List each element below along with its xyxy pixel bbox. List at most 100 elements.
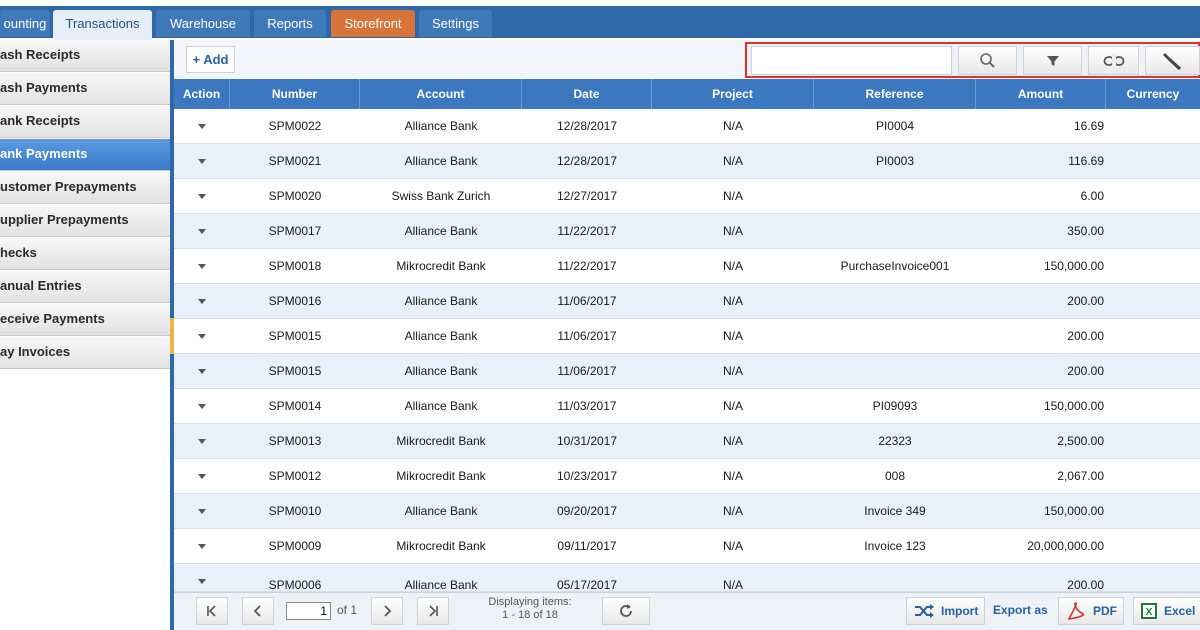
cell-account: Alliance Bank [404, 578, 478, 592]
export-pdf-button[interactable]: PDF [1058, 597, 1124, 625]
row-action-dropdown-icon[interactable] [198, 579, 206, 584]
tab-accounting[interactable]: ounting [0, 10, 50, 37]
cell-number: SPM0015 [268, 329, 322, 343]
table-row[interactable]: SPM0009 Mikrocredit Bank 09/11/2017 N/A … [174, 529, 1200, 564]
pdf-label: PDF [1093, 604, 1117, 618]
search-button[interactable] [958, 46, 1017, 75]
cell-project: N/A [722, 434, 743, 448]
cell-project: N/A [722, 539, 743, 553]
excel-icon: X [1141, 603, 1157, 619]
sidebar-item-checks[interactable]: hecks [0, 238, 170, 270]
sidebar-item-manual-entries[interactable]: anual Entries [0, 271, 170, 303]
table-row[interactable]: SPM0015 Alliance Bank 11/06/2017 N/A 200… [174, 354, 1200, 389]
link-button[interactable] [1088, 46, 1139, 75]
table-row[interactable]: SPM0017 Alliance Bank 11/22/2017 N/A 350… [174, 214, 1200, 249]
last-page-button[interactable] [417, 597, 449, 625]
add-button[interactable]: + Add [186, 46, 235, 73]
row-action-dropdown-icon[interactable] [198, 159, 206, 164]
row-action-dropdown-icon[interactable] [198, 369, 206, 374]
row-action-dropdown-icon[interactable] [198, 474, 206, 479]
sidebar-item-bank-payments[interactable]: ank Payments [0, 139, 170, 171]
tab-warehouse[interactable]: Warehouse [156, 10, 250, 37]
column-header-number[interactable]: Number [230, 79, 360, 109]
cell-project: N/A [722, 119, 743, 133]
cell-reference [814, 354, 976, 389]
cell-number: SPM0020 [268, 189, 322, 203]
row-action-dropdown-icon[interactable] [198, 229, 206, 234]
table-row[interactable]: SPM0010 Alliance Bank 09/20/2017 N/A Inv… [174, 494, 1200, 529]
table-row[interactable]: SPM0006 Alliance Bank 05/17/2017 N/A 200… [174, 564, 1200, 592]
cell-amount: 2,067.00 [1057, 469, 1104, 483]
cell-reference [814, 568, 976, 591]
tab-transactions[interactable]: Transactions [53, 10, 152, 40]
grid-header: Action Number Account Date Project Refer… [174, 79, 1200, 109]
tab-storefront[interactable]: Storefront [331, 10, 415, 37]
export-excel-button[interactable]: X Excel [1133, 597, 1200, 625]
row-action-dropdown-icon[interactable] [198, 404, 206, 409]
cell-reference: Invoice 123 [864, 539, 926, 553]
row-action-dropdown-icon[interactable] [198, 124, 206, 129]
cell-date: 11/06/2017 [557, 294, 617, 308]
cell-account: Alliance Bank [404, 364, 478, 378]
row-action-dropdown-icon[interactable] [198, 439, 206, 444]
column-header-project[interactable]: Project [652, 79, 814, 109]
sidebar-item-pay-invoices[interactable]: ay Invoices [0, 337, 170, 369]
table-row[interactable]: SPM0012 Mikrocredit Bank 10/23/2017 N/A … [174, 459, 1200, 494]
column-header-reference[interactable]: Reference [814, 79, 976, 109]
cell-project: N/A [722, 259, 743, 273]
cell-currency [1106, 249, 1200, 284]
cell-currency [1106, 529, 1200, 564]
page-number-input[interactable] [286, 602, 331, 620]
cell-number: SPM0016 [268, 294, 322, 308]
row-action-dropdown-icon[interactable] [198, 334, 206, 339]
tab-reports[interactable]: Reports [254, 10, 326, 37]
next-page-button[interactable] [371, 597, 403, 625]
sidebar-item-receive-payments[interactable]: eceive Payments [0, 304, 170, 336]
row-action-dropdown-icon[interactable] [198, 264, 206, 269]
column-header-date[interactable]: Date [522, 79, 652, 109]
table-row[interactable]: SPM0015 Alliance Bank 11/06/2017 N/A 200… [174, 319, 1200, 354]
cell-currency [1106, 214, 1200, 249]
table-row[interactable]: SPM0016 Alliance Bank 11/06/2017 N/A 200… [174, 284, 1200, 319]
cell-reference [814, 214, 976, 249]
import-button[interactable]: Import [906, 597, 986, 625]
settings-button[interactable] [1145, 46, 1200, 75]
cell-currency [1106, 179, 1200, 214]
sidebar-item-customer-prepayments[interactable]: ustomer Prepayments [0, 172, 170, 204]
filter-button[interactable] [1023, 46, 1082, 75]
displaying-items-range: 1 - 18 of 18 [502, 609, 558, 621]
cell-project: N/A [722, 189, 743, 203]
cell-number: SPM0014 [268, 399, 322, 413]
cell-amount: 150,000.00 [1043, 259, 1104, 273]
row-action-dropdown-icon[interactable] [198, 544, 206, 549]
row-action-dropdown-icon[interactable] [198, 509, 206, 514]
table-row[interactable]: SPM0018 Mikrocredit Bank 11/22/2017 N/A … [174, 249, 1200, 284]
cell-project: N/A [722, 578, 743, 592]
refresh-button[interactable] [602, 597, 650, 625]
cell-currency [1106, 144, 1200, 179]
cell-project: N/A [722, 329, 743, 343]
cell-number: SPM0018 [268, 259, 322, 273]
sidebar-item-supplier-prepayments[interactable]: upplier Prepayments [0, 205, 170, 237]
row-action-dropdown-icon[interactable] [198, 194, 206, 199]
row-action-dropdown-icon[interactable] [198, 299, 206, 304]
column-header-amount[interactable]: Amount [976, 79, 1106, 109]
previous-page-button[interactable] [242, 597, 274, 625]
table-row[interactable]: SPM0020 Swiss Bank Zurich 12/27/2017 N/A… [174, 179, 1200, 214]
sidebar-item-cash-payments[interactable]: ash Payments [0, 73, 170, 105]
cell-currency [1106, 389, 1200, 424]
column-header-currency[interactable]: Currency [1106, 79, 1200, 109]
column-header-account[interactable]: Account [360, 79, 522, 109]
first-page-button[interactable] [196, 597, 228, 625]
table-row[interactable]: SPM0014 Alliance Bank 11/03/2017 N/A PI0… [174, 389, 1200, 424]
table-row[interactable]: SPM0021 Alliance Bank 12/28/2017 N/A PI0… [174, 144, 1200, 179]
table-row[interactable]: SPM0013 Mikrocredit Bank 10/31/2017 N/A … [174, 424, 1200, 459]
sidebar-item-cash-receipts[interactable]: ash Receipts [0, 40, 170, 72]
sidebar-item-bank-receipts[interactable]: ank Receipts [0, 106, 170, 138]
cell-amount: 200.00 [1067, 294, 1104, 308]
tab-settings[interactable]: Settings [419, 10, 492, 37]
cell-date: 10/31/2017 [556, 434, 618, 448]
search-input[interactable] [751, 46, 952, 75]
table-row[interactable]: SPM0022 Alliance Bank 12/28/2017 N/A PI0… [174, 109, 1200, 144]
column-header-action[interactable]: Action [174, 79, 230, 109]
